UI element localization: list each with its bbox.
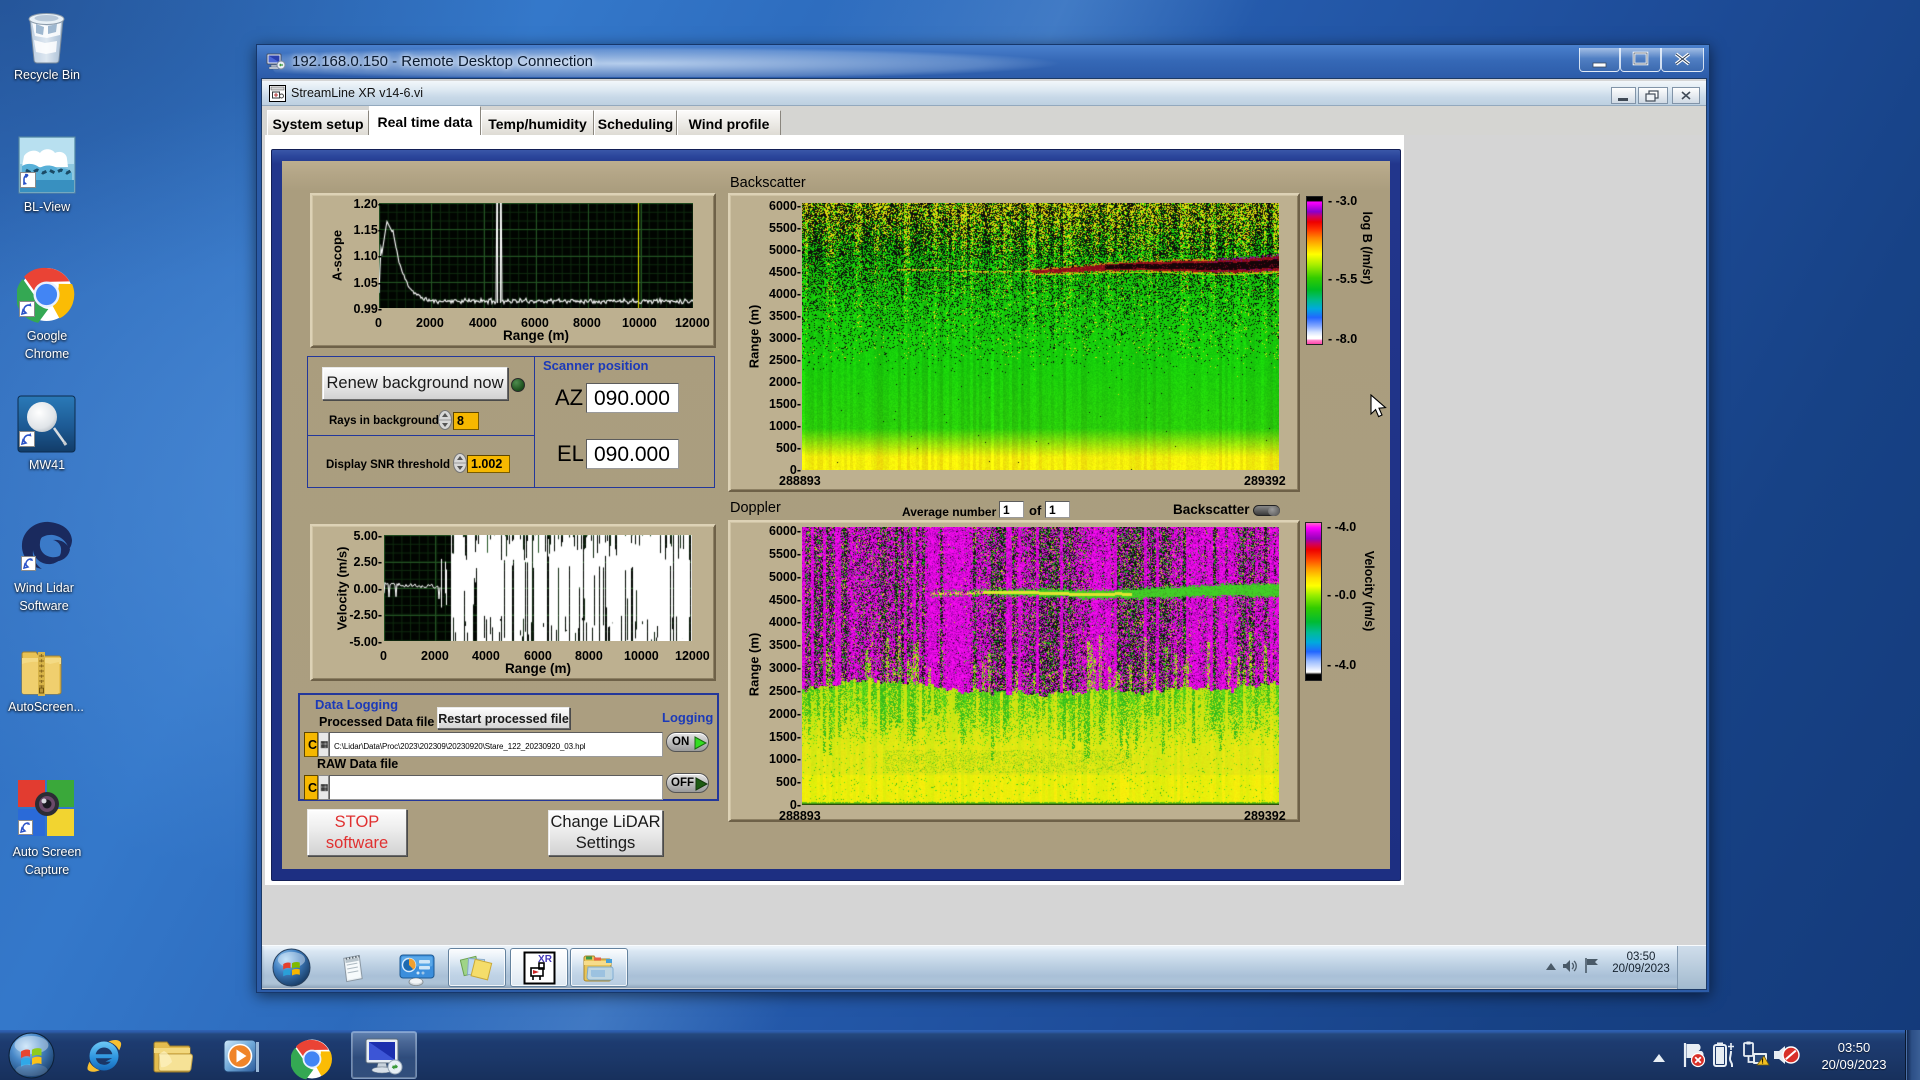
svg-text:!: ! <box>1761 1057 1764 1066</box>
